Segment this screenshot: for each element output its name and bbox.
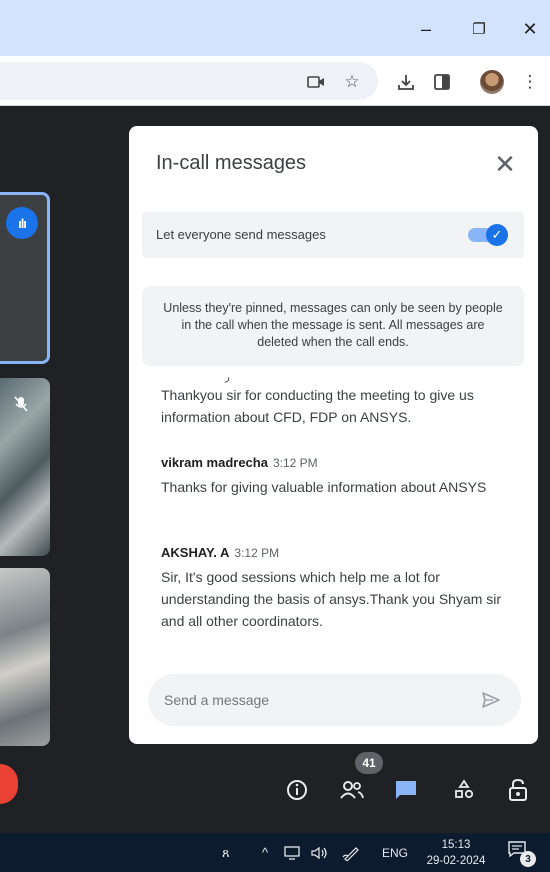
window-close-button[interactable]: ✕ — [515, 14, 545, 44]
people-icon[interactable] — [336, 774, 368, 806]
message-sender: vikram madrecha — [161, 455, 268, 470]
let-everyone-send-toggle[interactable]: ✓ — [468, 224, 510, 246]
camera-icon[interactable] — [304, 70, 328, 94]
message-sender: AKSHAY. A — [161, 545, 230, 560]
send-permission-row: Let everyone send messages ✓ — [142, 212, 524, 258]
message-text: Thanks for giving valuable information a… — [161, 479, 487, 495]
network-icon[interactable] — [284, 833, 302, 872]
leave-call-button[interactable] — [0, 764, 18, 804]
participant-tile[interactable] — [0, 568, 50, 746]
message-header: vikram madrecha 3:12 PM — [161, 454, 511, 472]
browser-titlebar: – ❐ ✕ — [0, 0, 550, 56]
minimize-button[interactable]: – — [411, 14, 441, 44]
message-header: AKSHAY. A 3:12 PM — [161, 544, 511, 562]
message-composer — [148, 674, 521, 726]
activities-icon[interactable] — [448, 774, 480, 806]
participant-tile[interactable]: ılı — [0, 192, 50, 364]
list-item: Thankyou sir for conducting the meeting … — [161, 384, 511, 428]
message-text: Sir, It's good sessions which help me a … — [161, 569, 502, 629]
message-time: 3:12 PM — [234, 546, 280, 560]
notification-count-badge: 3 — [520, 851, 536, 867]
host-controls-lock-icon[interactable] — [502, 774, 534, 806]
profile-avatar[interactable] — [480, 70, 504, 94]
speaking-indicator-icon: ılı — [6, 207, 38, 239]
show-hidden-icons-chevron-icon[interactable]: ^ — [262, 833, 268, 872]
participant-tile[interactable] — [0, 378, 50, 556]
os-taskbar: ጸ ^ ENG 15:13 29-02-2024 3 — [0, 833, 550, 872]
messages-notice: Unless they're pinned, messages can only… — [142, 286, 524, 366]
message-fragment: ر — [225, 372, 230, 383]
chat-icon[interactable] — [390, 774, 422, 806]
language-indicator[interactable]: ENG — [382, 833, 408, 872]
message-time: 3:12 PM — [272, 456, 318, 470]
list-item: vikram madrecha 3:12 PM Thanks for giving… — [161, 454, 511, 498]
meeting-info-icon[interactable] — [281, 774, 313, 806]
in-call-messages-panel: In-call messages ✕ Let everyone send mes… — [129, 126, 538, 744]
side-panel-icon[interactable] — [430, 70, 454, 94]
more-menu-icon[interactable]: ⋮ — [518, 70, 542, 94]
message-text: Thankyou sir for conducting the meeting … — [161, 387, 474, 425]
volume-icon[interactable] — [310, 833, 330, 872]
browser-toolbar: ☆ ⋮ — [0, 56, 550, 106]
pen-icon[interactable] — [342, 833, 360, 872]
bookmark-star-icon[interactable]: ☆ — [340, 70, 364, 94]
mic-off-icon — [14, 396, 28, 417]
clock-date: 29-02-2024 — [426, 855, 486, 867]
close-panel-button[interactable]: ✕ — [489, 148, 521, 180]
participant-count-badge: 41 — [355, 752, 383, 774]
toggle-label: Let everyone send messages — [156, 227, 326, 242]
send-icon[interactable] — [478, 687, 504, 713]
check-icon: ✓ — [486, 224, 508, 246]
taskbar-clock[interactable]: 15:13 29-02-2024 — [418, 837, 494, 869]
people-tray-icon[interactable]: ጸ — [222, 833, 230, 872]
clock-time: 15:13 — [441, 839, 471, 851]
list-item: AKSHAY. A 3:12 PM Sir, It's good sessions… — [161, 544, 511, 632]
panel-title: In-call messages — [156, 152, 307, 174]
send-message-input[interactable] — [164, 674, 464, 726]
message-list[interactable]: ر Thankyou sir for conducting the meetin… — [129, 372, 538, 662]
restore-button[interactable]: ❐ — [464, 14, 494, 44]
download-icon[interactable] — [394, 70, 418, 94]
